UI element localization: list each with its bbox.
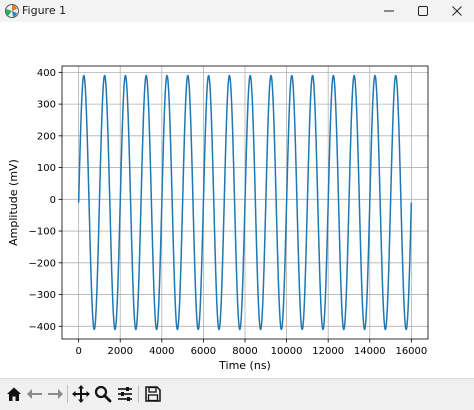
home-button[interactable]	[3, 383, 25, 405]
line-chart: 0 2000 4000 6000 8000 10000 12000 14000 16000−40…	[7, 65, 429, 372]
home-icon	[7, 387, 21, 401]
x-tick-label: 16000	[395, 346, 427, 357]
toolbar-separator	[67, 385, 68, 403]
x-tick-label: 10000	[271, 346, 303, 357]
sliders-icon	[118, 387, 132, 401]
maximize-icon	[418, 6, 428, 16]
window-titlebar: Figure 1	[0, 0, 474, 22]
window-title: Figure 1	[22, 4, 67, 17]
minimize-button[interactable]	[372, 0, 406, 22]
x-axis-label: Time (ns)	[218, 359, 271, 372]
y-tick-label: −100	[29, 227, 56, 238]
forward-button[interactable]	[44, 383, 66, 405]
y-tick-label: 300	[37, 100, 56, 111]
close-button[interactable]	[440, 0, 474, 22]
figure-canvas[interactable]: 0 2000 4000 6000 8000 10000 12000 14000 16000 −40…	[0, 22, 474, 378]
arrow-right-icon	[48, 389, 63, 399]
navigation-toolbar	[0, 378, 474, 410]
configure-subplots-button[interactable]	[114, 383, 136, 405]
axis-ticks: 0 2000 4000 6000 8000 10000 12000 14000 16000−40…	[29, 68, 428, 357]
y-tick-label: 200	[37, 131, 56, 142]
maximize-button[interactable]	[406, 0, 440, 22]
save-button[interactable]	[142, 383, 164, 405]
minimize-icon	[384, 10, 394, 12]
x-tick-label: 0	[75, 346, 81, 357]
arrow-left-icon	[27, 389, 42, 399]
floppy-disk-icon	[145, 386, 161, 402]
close-icon	[452, 6, 462, 16]
pan-button[interactable]	[70, 383, 92, 405]
x-tick-label: 6000	[191, 346, 216, 357]
y-tick-label: 0	[50, 195, 56, 206]
matplotlib-logo-icon	[5, 4, 19, 18]
toolbar-separator	[138, 385, 139, 403]
back-button[interactable]	[24, 383, 46, 405]
x-tick-label: 2000	[108, 346, 133, 357]
y-tick-label: −400	[29, 322, 56, 333]
magnifier-icon	[94, 385, 112, 403]
x-tick-label: 4000	[149, 346, 174, 357]
move-icon	[72, 385, 90, 403]
x-tick-label: 14000	[354, 346, 386, 357]
zoom-button[interactable]	[92, 383, 114, 405]
y-tick-label: 100	[37, 163, 56, 174]
x-tick-label: 12000	[312, 346, 344, 357]
y-axis-label: Amplitude (mV)	[7, 159, 20, 246]
y-tick-label: −300	[29, 290, 56, 301]
y-tick-label: 400	[37, 68, 56, 79]
y-tick-label: −200	[29, 258, 56, 269]
x-tick-label: 8000	[232, 346, 257, 357]
